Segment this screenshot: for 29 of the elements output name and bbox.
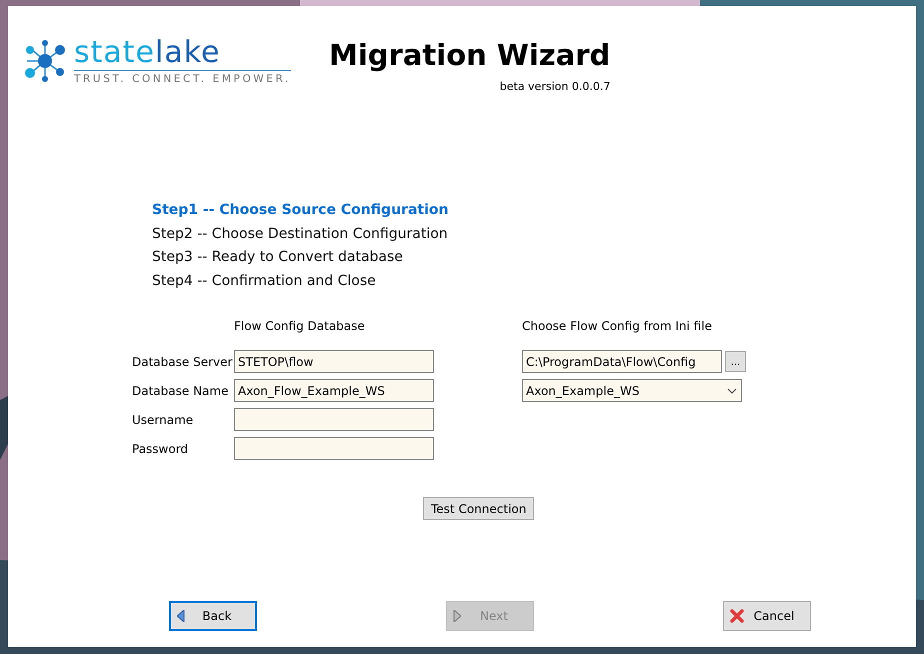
logo-wordmark: statelake xyxy=(74,36,291,71)
right-triangle-icon xyxy=(453,610,461,622)
cancel-button[interactable]: Cancel xyxy=(723,601,811,631)
input-field[interactable]: STETOP\flow xyxy=(234,350,434,373)
section-heading: Choose Flow Config from Ini file xyxy=(522,319,713,333)
back-button[interactable]: Back xyxy=(169,601,257,631)
left-triangle-icon xyxy=(177,610,185,622)
input-field[interactable]: Axon_Flow_Example_WS xyxy=(234,379,434,402)
logo-tagline: TRUST. CONNECT. EMPOWER. xyxy=(74,73,291,85)
test-connection-button[interactable]: Test Connection xyxy=(423,497,534,520)
browse-button[interactable]: ... xyxy=(725,351,746,372)
step-item: Step3 -- Ready to Convert database xyxy=(152,248,404,267)
step-item: Step4 -- Confirmation and Close xyxy=(152,272,377,290)
step-item: Step1 -- Choose Source Configuration xyxy=(152,201,450,220)
config-dropdown[interactable]: Axon_Example_WS xyxy=(522,379,742,402)
field-label: Database Server xyxy=(132,354,234,368)
field-label: Password xyxy=(132,442,190,456)
close-icon xyxy=(730,609,744,623)
input-field[interactable] xyxy=(234,437,434,460)
chevron-down-icon xyxy=(727,388,737,394)
field-label: Username xyxy=(132,412,194,426)
wizard-title: Migration Wizard xyxy=(328,38,610,72)
version-label: beta version 0.0.0.7 xyxy=(500,80,610,93)
field-label: Database Name xyxy=(132,384,230,398)
section-heading: Flow Config Database xyxy=(234,319,366,333)
molecule-icon xyxy=(22,40,68,82)
path-field[interactable]: C:\ProgramData\Flow\Config xyxy=(522,350,722,373)
input-field[interactable] xyxy=(234,408,434,431)
step-item: Step2 -- Choose Destination Configuration xyxy=(152,224,449,244)
